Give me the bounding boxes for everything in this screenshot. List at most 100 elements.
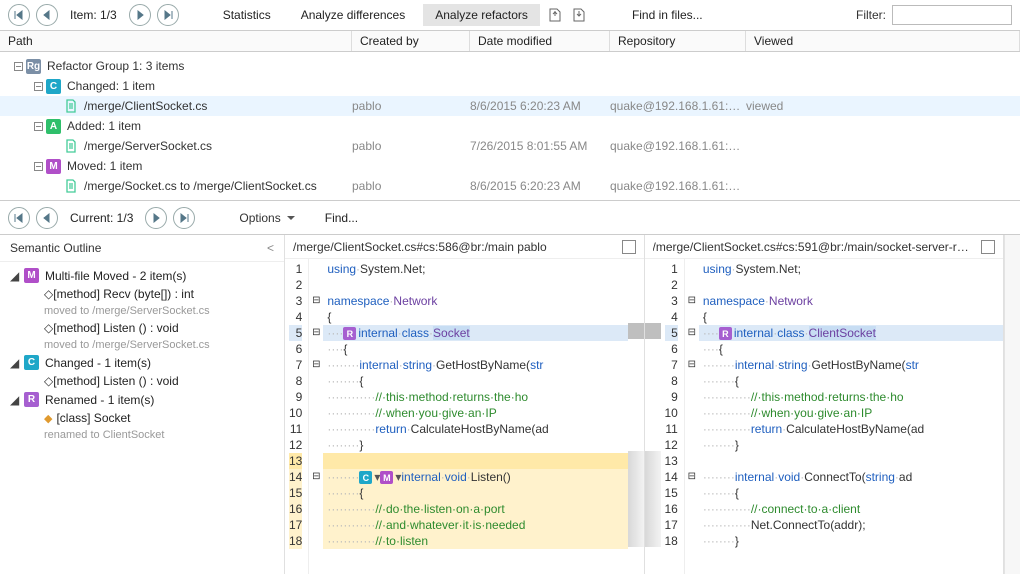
- col-viewed[interactable]: Viewed: [746, 31, 1020, 51]
- method-icon: ◇: [44, 374, 53, 388]
- group-row[interactable]: A Added: 1 item: [0, 116, 1020, 136]
- group-row[interactable]: MMoved: 1 item: [0, 156, 1020, 176]
- cell-repo: [610, 119, 746, 134]
- file-icon: [64, 99, 78, 113]
- file-icon: [64, 179, 78, 193]
- badge-icon: A: [46, 119, 61, 134]
- source-code[interactable]: using·System.Net;namespace·Network{····R…: [323, 259, 627, 574]
- expand-toggle[interactable]: [32, 120, 44, 132]
- change-gutter: [628, 259, 644, 574]
- maximize-left-icon[interactable]: [622, 240, 636, 254]
- outline-item[interactable]: ◇[method] Recv (byte[]) : int: [0, 285, 284, 303]
- badge-icon: Rg: [26, 59, 41, 74]
- collapse-outline-button[interactable]: <: [267, 241, 274, 255]
- chevron-down-icon: [287, 216, 295, 220]
- cell-dm: [470, 119, 610, 134]
- row-label: /merge/ClientSocket.cs: [84, 99, 207, 113]
- fold-gutter[interactable]: ⊟⊟⊟⊟: [685, 259, 699, 574]
- import-icon[interactable]: [570, 6, 588, 24]
- row-label: /merge/ServerSocket.cs: [84, 139, 212, 153]
- group-row[interactable]: Rg Refactor Group 1: 3 items: [0, 56, 1020, 76]
- maximize-right-icon[interactable]: [981, 240, 995, 254]
- overview-ruler[interactable]: [1004, 235, 1020, 574]
- find-in-files-button[interactable]: Find in files...: [620, 4, 715, 26]
- nav-first-button[interactable]: [8, 4, 30, 26]
- row-label: Refactor Group 1: 3 items: [47, 59, 184, 73]
- diff-counter: Current: 1/3: [70, 211, 133, 225]
- expand-toggle[interactable]: [32, 80, 44, 92]
- cell-dm: [470, 59, 610, 74]
- filter-label: Filter:: [856, 8, 886, 22]
- cell-cb: [352, 159, 470, 174]
- outline-group[interactable]: ◢MMulti-file Moved - 2 item(s): [0, 266, 284, 285]
- cell-vw: [746, 159, 1020, 174]
- cell-vw: viewed: [746, 99, 1020, 113]
- outline-item[interactable]: ◇[method] Listen () : void: [0, 372, 284, 390]
- cell-dm: 8/6/2015 6:20:23 AM: [470, 99, 610, 113]
- cell-cb: [352, 59, 470, 74]
- col-path[interactable]: Path: [0, 31, 352, 51]
- cell-vw: [746, 139, 1020, 153]
- row-label: Changed: 1 item: [67, 79, 155, 93]
- cell-repo: quake@192.168.1.61:60…: [610, 139, 746, 153]
- statistics-button[interactable]: Statistics: [211, 4, 283, 26]
- row-label: Added: 1 item: [67, 119, 141, 133]
- left-pane-title: /merge/ClientSocket.cs#cs:586@br:/main p…: [293, 240, 547, 254]
- cell-cb: [352, 119, 470, 134]
- right-pane: /merge/ClientSocket.cs#cs:591@br:/main/s…: [645, 235, 1005, 574]
- cell-vw: [746, 179, 1020, 193]
- outline-title: Semantic Outline: [10, 241, 101, 255]
- cell-vw: [746, 59, 1020, 74]
- cell-repo: [610, 59, 746, 74]
- nav-last-button[interactable]: [157, 4, 179, 26]
- cell-dm: [470, 159, 610, 174]
- diff-prev-button[interactable]: [36, 207, 58, 229]
- expand-toggle[interactable]: [32, 160, 44, 172]
- outline-group[interactable]: ◢RRenamed - 1 item(s): [0, 390, 284, 409]
- diff-last-button[interactable]: [173, 207, 195, 229]
- cell-cb: pablo: [352, 99, 470, 113]
- cell-repo: quake@192.168.1.61:60…: [610, 179, 746, 193]
- semantic-outline: Semantic Outline < ◢MMulti-file Moved - …: [0, 235, 285, 574]
- outline-subtext: moved to /merge/ServerSocket.cs: [0, 337, 284, 353]
- file-row[interactable]: /merge/Socket.cs to /merge/ClientSocket.…: [0, 176, 1020, 196]
- group-row[interactable]: C Changed: 1 item: [0, 76, 1020, 96]
- nav-prev-button[interactable]: [36, 4, 58, 26]
- cell-repo: [610, 159, 746, 174]
- outline-item[interactable]: ◇[method] Listen () : void: [0, 319, 284, 337]
- outline-group[interactable]: ◢CChanged - 1 item(s): [0, 353, 284, 372]
- cell-repo: [610, 79, 746, 94]
- cell-cb: pablo: [352, 139, 470, 153]
- file-row[interactable]: /merge/ServerSocket.cspablo7/26/2015 8:0…: [0, 136, 1020, 156]
- expand-toggle[interactable]: [12, 60, 24, 72]
- outline-item[interactable]: ◆[class] Socket: [0, 409, 284, 427]
- find-button[interactable]: Find...: [313, 207, 370, 229]
- badge-icon: M: [46, 159, 61, 174]
- file-tree: Rg Refactor Group 1: 3 items C Changed: 1 i…: [0, 52, 1020, 200]
- col-date-modified[interactable]: Date modified: [470, 31, 610, 51]
- options-button[interactable]: Options: [227, 207, 306, 229]
- diff-next-button[interactable]: [145, 207, 167, 229]
- diff-first-button[interactable]: [8, 207, 30, 229]
- change-gutter: [645, 259, 661, 574]
- method-icon: ◇: [44, 287, 53, 301]
- filter-input[interactable]: [892, 5, 1012, 25]
- outline-subtext: moved to /merge/ServerSocket.cs: [0, 303, 284, 319]
- cell-repo: quake@192.168.1.61:60…: [610, 99, 746, 113]
- col-repository[interactable]: Repository: [610, 31, 746, 51]
- cell-cb: pablo: [352, 179, 470, 193]
- badge-icon: C: [46, 79, 61, 94]
- source-code[interactable]: using·System.Net;namespace·Network{····R…: [699, 259, 1003, 574]
- fold-gutter[interactable]: ⊟⊟⊟⊟: [309, 259, 323, 574]
- col-created-by[interactable]: Created by: [352, 31, 470, 51]
- export-icon[interactable]: [546, 6, 564, 24]
- badge-icon: R: [24, 392, 39, 407]
- analyze-refactors-button[interactable]: Analyze refactors: [423, 4, 540, 26]
- left-pane: /merge/ClientSocket.cs#cs:586@br:/main p…: [285, 235, 645, 574]
- diff-toolbar: Current: 1/3 Options Find...: [0, 200, 1020, 234]
- nav-next-button[interactable]: [129, 4, 151, 26]
- diff-area: Semantic Outline < ◢MMulti-file Moved - …: [0, 234, 1020, 574]
- analyze-differences-button[interactable]: Analyze differences: [289, 4, 418, 26]
- file-row[interactable]: /merge/ClientSocket.cs pablo8/6/2015 6:20…: [0, 96, 1020, 116]
- cell-vw: [746, 119, 1020, 134]
